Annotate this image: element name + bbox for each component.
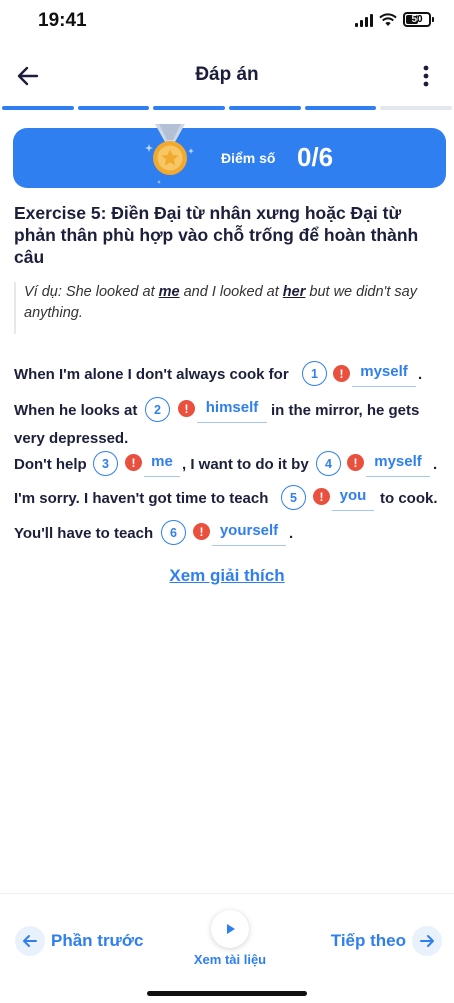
question-number-badge: 3	[93, 451, 118, 476]
error-icon: !	[333, 365, 350, 382]
previous-part-button[interactable]: Phần trước	[15, 926, 143, 956]
question-text: .	[433, 456, 438, 473]
question-number-badge: 5	[281, 485, 306, 510]
example-part: and I looked at	[179, 284, 283, 300]
view-explanation-link[interactable]: Xem giải thích	[0, 566, 454, 586]
example-text: Ví dụ: She looked at me and I looked at …	[24, 282, 446, 324]
error-icon: !	[178, 400, 195, 417]
progress-segment	[2, 106, 74, 110]
page-title: Đáp án	[195, 64, 259, 85]
arrow-right-icon	[412, 926, 442, 956]
progress-bar	[0, 106, 454, 110]
example-part: Ví dụ: She looked at	[24, 284, 159, 300]
battery-level: 50	[411, 14, 423, 25]
status-time: 19:41	[38, 10, 87, 31]
question-text: , I want to do it by	[182, 456, 309, 473]
previous-part-label: Phần trước	[51, 931, 144, 950]
question-number-badge: 2	[145, 397, 170, 422]
view-document-button[interactable]: Xem tài liệu	[190, 910, 270, 967]
question-text: .	[418, 366, 423, 383]
question-number-badge: 1	[302, 361, 327, 386]
bottom-divider	[0, 893, 454, 894]
answer-blank[interactable]: himself	[197, 399, 267, 423]
arrow-left-icon	[15, 926, 45, 956]
question-text: .	[289, 525, 294, 542]
play-icon	[211, 910, 249, 948]
example-box: Ví dụ: She looked at me and I looked at …	[14, 282, 446, 334]
error-icon: !	[125, 454, 142, 471]
question-text: When I'm alone I don't always cook for	[14, 366, 289, 383]
question-number-badge: 4	[316, 451, 341, 476]
question-text: When he looks at	[14, 402, 138, 419]
error-icon: !	[193, 523, 210, 540]
error-icon: !	[313, 488, 330, 505]
question-text: in the mirror, he gets	[271, 402, 420, 419]
answer-blank[interactable]: me	[144, 453, 180, 477]
next-label: Tiếp theo	[330, 931, 406, 950]
progress-segment	[229, 106, 301, 110]
app-header: Đáp án	[0, 52, 454, 100]
answer-blank[interactable]: myself	[352, 363, 416, 387]
signal-icon	[355, 13, 373, 27]
progress-segment	[304, 106, 377, 110]
question-text: Don't help	[14, 456, 87, 473]
battery-icon: 50	[403, 12, 434, 27]
score-label: Điểm số	[221, 150, 276, 166]
medal-icon	[145, 124, 194, 184]
progress-segment	[77, 106, 150, 110]
wifi-icon	[379, 12, 397, 26]
question-text: to cook.	[380, 490, 438, 507]
score-value: 0/6	[297, 142, 334, 172]
next-button[interactable]: Tiếp theo	[331, 926, 442, 956]
home-indicator	[147, 991, 307, 996]
question-text: You'll have to teach	[14, 525, 154, 542]
more-vertical-icon	[423, 65, 429, 87]
example-word: me	[158, 284, 180, 300]
question-text: I'm sorry. I haven't got time to teach	[14, 490, 269, 507]
answer-blank[interactable]: you	[332, 487, 374, 511]
exercise-title: Exercise 5: Điền Đại từ nhân xưng hoặc Đ…	[14, 203, 419, 267]
progress-segment	[153, 106, 226, 110]
score-card: Điểm số 0/6	[13, 124, 446, 188]
more-options-button[interactable]	[412, 62, 440, 90]
question-text: very depressed.	[14, 430, 129, 447]
answer-blank[interactable]: yourself	[212, 522, 286, 546]
progress-segment	[380, 106, 453, 110]
answer-blank[interactable]: myself	[366, 453, 430, 477]
error-icon: !	[347, 454, 364, 471]
question-number-badge: 6	[161, 520, 186, 545]
view-document-label: Xem tài liệu	[193, 952, 267, 967]
status-icons: 50	[355, 12, 434, 27]
status-bar: 19:41 50	[0, 0, 454, 44]
example-word: her	[282, 284, 306, 300]
